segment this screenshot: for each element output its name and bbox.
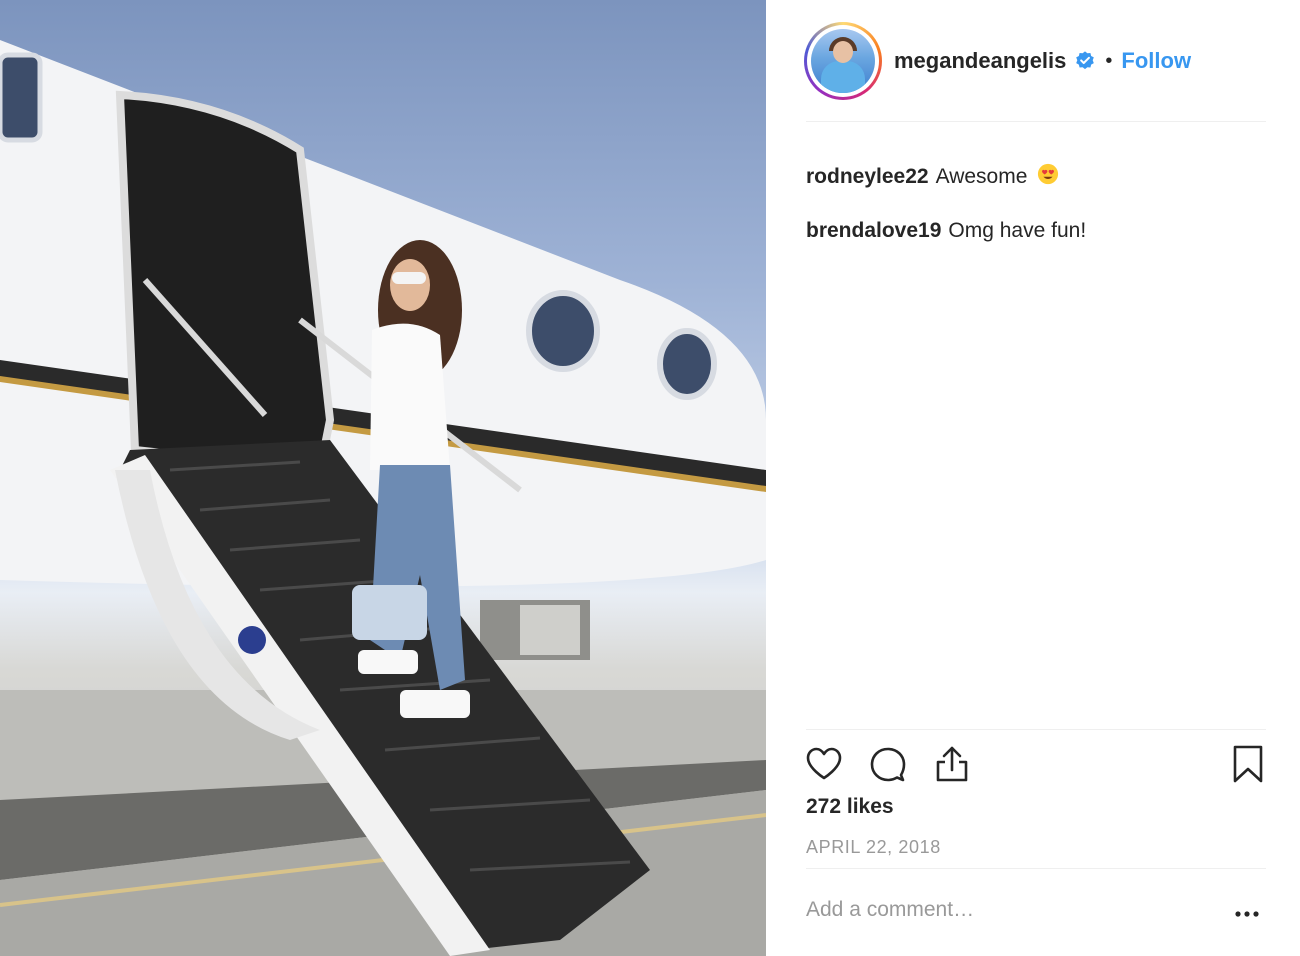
post-details-panel: megandeangelis • Follow rodneylee22 Aweso… (766, 0, 1300, 956)
instagram-post: megandeangelis • Follow rodneylee22 Aweso… (0, 0, 1300, 956)
comment-text: Awesome (935, 165, 1028, 188)
avatar-image (811, 29, 875, 93)
header-divider (806, 121, 1266, 122)
comments-list: rodneylee22 Awesome brendalove19 Omg have … (806, 160, 1266, 268)
actions-divider (806, 729, 1266, 730)
post-photo[interactable] (0, 0, 766, 956)
action-bar (804, 744, 1266, 786)
follow-button[interactable]: Follow (1121, 48, 1191, 74)
comment-item: brendalove19 Omg have fun! (806, 214, 1266, 268)
more-options-icon[interactable] (1232, 898, 1262, 928)
verified-badge-icon (1076, 51, 1095, 70)
heart-eyes-emoji-icon (1038, 163, 1059, 185)
comment-input-divider (806, 868, 1266, 869)
post-date: APRIL 22, 2018 (806, 837, 941, 857)
bookmark-icon[interactable] (1228, 744, 1268, 784)
likes-count[interactable]: 272 likes (806, 795, 894, 819)
heart-icon[interactable] (804, 744, 844, 784)
comment-username[interactable]: rodneylee22 (806, 165, 929, 188)
post-header: megandeangelis • Follow (804, 22, 1264, 100)
comment-username[interactable]: brendalove19 (806, 219, 941, 242)
comment-text: Omg have fun! (948, 219, 1087, 242)
username-link[interactable]: megandeangelis (894, 48, 1066, 74)
comment-item: rodneylee22 Awesome (806, 160, 1266, 214)
comment-bubble-icon[interactable] (868, 744, 908, 784)
add-comment-input[interactable]: Add a comment… (806, 898, 1226, 922)
private-jet-photo (0, 40, 766, 956)
share-upload-icon[interactable] (932, 744, 972, 784)
separator-dot: • (1105, 49, 1113, 72)
avatar[interactable] (804, 22, 882, 100)
